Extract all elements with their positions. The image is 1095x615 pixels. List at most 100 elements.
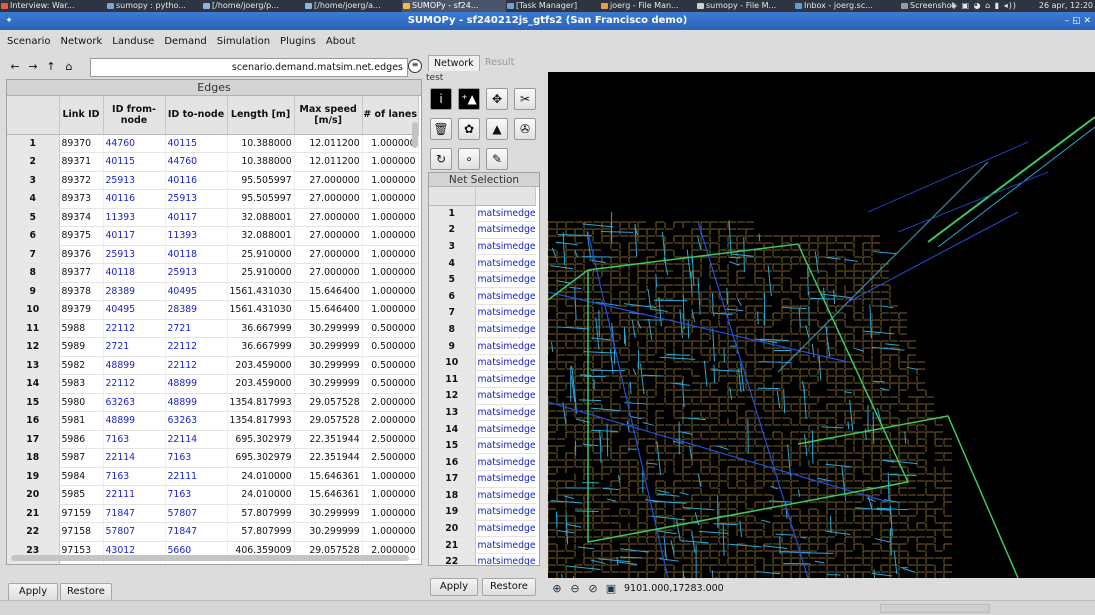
row-number[interactable]: 8 (429, 321, 476, 339)
row-number[interactable]: 8 (7, 263, 60, 283)
row-number[interactable]: 10 (7, 300, 60, 320)
selected-object-link[interactable]: matsimedge (475, 304, 536, 322)
list-item[interactable]: 6 matsimedge (429, 287, 536, 306)
table-row[interactable]: 3 89372 25913 40116 95.505997 27.000000 1.0000… (7, 171, 419, 190)
list-item[interactable]: 8 matsimedge (429, 321, 536, 339)
list-item[interactable]: 5 matsimedge (429, 271, 536, 289)
column-header-lanes[interactable]: # of lanes (362, 96, 419, 135)
table-row[interactable]: 12 5989 2721 22112 36.667999 30.299999 0.50000… (7, 337, 419, 357)
node-link-cell[interactable]: 2721 (103, 337, 166, 357)
table-row[interactable]: 14 5983 22112 48899 203.459000 30.299999 0.500… (7, 374, 419, 394)
menu-scenario[interactable]: Scenario (0, 33, 53, 47)
taskbar-task[interactable]: Inbox - joerg.sc... (794, 0, 900, 12)
edges-vertical-scrollbar[interactable] (411, 122, 419, 552)
row-number[interactable]: 15 (7, 393, 60, 412)
table-row[interactable]: 17 5986 7163 22114 695.302979 22.351944 2.5000… (7, 430, 419, 449)
menu-network[interactable]: Network (53, 33, 105, 47)
node-link-cell[interactable]: 11393 (103, 208, 166, 227)
row-number[interactable]: 4 (7, 189, 60, 209)
zone-tool-icon[interactable]: ✿ (458, 118, 480, 140)
selected-object-link[interactable]: matsimedge (475, 337, 536, 355)
row-number[interactable]: 2 (429, 221, 476, 239)
back-arrow-icon[interactable]: ← (8, 59, 22, 75)
menu-about[interactable]: About (319, 33, 359, 47)
node-link-cell[interactable]: 48899 (165, 374, 228, 394)
selected-object-link[interactable]: matsimedge (475, 437, 536, 455)
node-link-cell[interactable]: 63263 (103, 393, 166, 412)
selected-object-link[interactable]: matsimedge (475, 370, 536, 389)
node-link-cell[interactable]: 25913 (165, 263, 228, 283)
row-number[interactable]: 22 (429, 553, 476, 565)
selected-object-link[interactable]: matsimedge (475, 536, 536, 554)
selected-object-link[interactable]: matsimedge (475, 404, 536, 422)
list-item[interactable]: 4 matsimedge (429, 254, 536, 272)
row-number[interactable]: 17 (429, 470, 476, 488)
row-number[interactable]: 6 (429, 287, 476, 306)
move-tool-icon[interactable]: ✥ (486, 88, 508, 110)
row-number[interactable]: 16 (429, 453, 476, 471)
node-link-cell[interactable]: 22112 (103, 374, 166, 394)
table-row[interactable]: 8 89377 40118 25913 25.910000 27.000000 1.0000… (7, 263, 419, 283)
list-item[interactable]: 22 matsimedge (429, 553, 536, 565)
row-number[interactable]: 2 (7, 152, 60, 172)
restore-button[interactable]: Restore (482, 578, 536, 596)
network-canvas[interactable] (548, 72, 1095, 578)
tab-network[interactable]: Network (428, 55, 480, 71)
network-tool-icon[interactable]: ✇ (514, 118, 536, 140)
zoom-reset-icon[interactable]: ▣ (604, 582, 618, 596)
selected-object-link[interactable]: matsimedge (475, 387, 536, 405)
menu-demand[interactable]: Demand (157, 33, 209, 47)
row-number[interactable]: 5 (429, 271, 476, 289)
clock[interactable]: 26 apr, 12:20 (1039, 0, 1093, 12)
row-number[interactable]: 13 (429, 404, 476, 422)
row-number[interactable]: 11 (7, 319, 60, 338)
selected-object-link[interactable]: matsimedge (475, 553, 536, 565)
node-link-cell[interactable]: 7163 (103, 430, 166, 449)
node-link-cell[interactable]: 57807 (165, 504, 228, 523)
node-link-cell[interactable]: 71847 (103, 504, 166, 523)
facility-tool-icon[interactable]: ▲ (486, 118, 508, 140)
column-header-length[interactable]: Length [m] (227, 96, 295, 135)
menu-plugins[interactable]: Plugins (273, 33, 319, 47)
route-tool-icon[interactable]: ↻ (430, 148, 452, 170)
selected-object-link[interactable]: matsimedge (475, 354, 536, 372)
list-item[interactable]: 10 matsimedge (429, 354, 536, 372)
node-link-cell[interactable]: 22114 (103, 448, 166, 468)
list-item[interactable]: 15 matsimedge (429, 437, 536, 455)
node-link-cell[interactable]: 40118 (103, 263, 166, 283)
table-row[interactable]: 10 89379 40495 28389 1561.431030 15.646400 1.0… (7, 300, 419, 320)
selected-object-link[interactable]: matsimedge (475, 221, 536, 239)
table-row[interactable]: 20 5985 22111 7163 24.010000 15.646361 1.00000… (7, 485, 419, 505)
list-item[interactable]: 21 matsimedge (429, 536, 536, 554)
node-link-cell[interactable]: 40116 (103, 189, 166, 209)
row-number[interactable]: 7 (7, 245, 60, 264)
list-item[interactable]: 16 matsimedge (429, 453, 536, 471)
node-link-cell[interactable]: 28389 (165, 300, 228, 320)
node-link-cell[interactable]: 40118 (165, 245, 228, 264)
row-number[interactable]: 15 (429, 437, 476, 455)
table-row[interactable]: 4 89373 40116 25913 95.505997 27.000000 1.0000… (7, 189, 419, 209)
node-link-cell[interactable]: 40115 (103, 152, 166, 172)
select-tool-icon[interactable]: ⁺▲ (458, 88, 480, 110)
node-link-cell[interactable]: 40117 (165, 208, 228, 227)
table-row[interactable]: 18 5987 22114 7163 695.302979 22.351944 2.5000… (7, 448, 419, 468)
menu-list-icon[interactable]: ≡ (408, 59, 422, 73)
selected-object-link[interactable]: matsimedge (475, 503, 536, 521)
list-item[interactable]: 7 matsimedge (429, 304, 536, 322)
tab-result-viewer[interactable]: Result Viewer (480, 55, 546, 84)
row-number[interactable]: 16 (7, 411, 60, 431)
forward-arrow-icon[interactable]: → (26, 59, 40, 75)
selected-object-link[interactable]: matsimedge (475, 487, 536, 505)
row-number[interactable]: 3 (7, 171, 60, 190)
selected-object-link[interactable]: matsimedge (475, 470, 536, 488)
configure-tool-icon[interactable]: ✂ (514, 88, 536, 110)
taskbar-task[interactable]: [Task Manager] (506, 0, 600, 12)
table-row[interactable]: 9 89378 28389 40495 1561.431030 15.646400 1.00… (7, 282, 419, 301)
home-icon[interactable]: ⌂ (62, 59, 76, 75)
menu-landuse[interactable]: Landuse (105, 33, 157, 47)
zoom-in-icon[interactable]: ⊕ (550, 582, 564, 596)
node-link-cell[interactable]: 22112 (165, 337, 228, 357)
list-item[interactable]: 11 matsimedge (429, 370, 536, 389)
row-number[interactable]: 9 (7, 282, 60, 301)
selected-object-link[interactable]: matsimedge (475, 254, 536, 272)
